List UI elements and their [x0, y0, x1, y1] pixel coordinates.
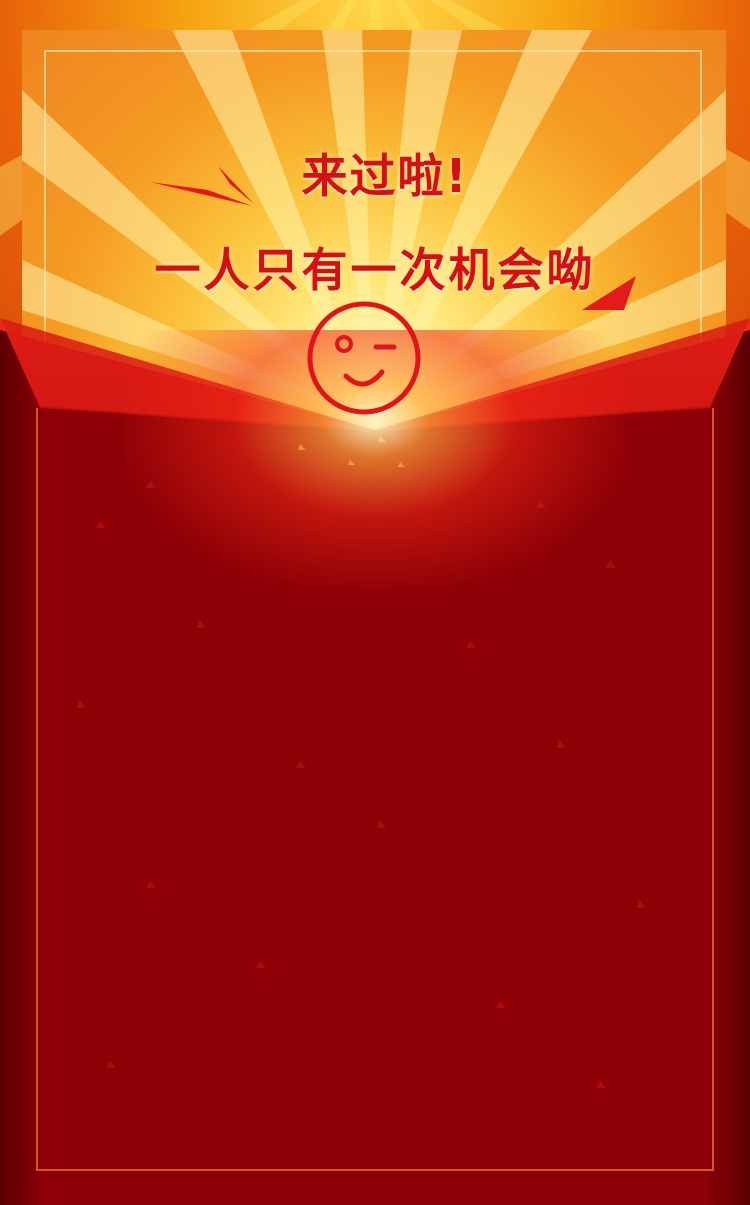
wink-smiley-icon [307, 301, 421, 415]
page-container: 来过啦! 一人只有一次机会呦 [0, 0, 750, 1205]
envelope-inner-frame [36, 408, 714, 1171]
